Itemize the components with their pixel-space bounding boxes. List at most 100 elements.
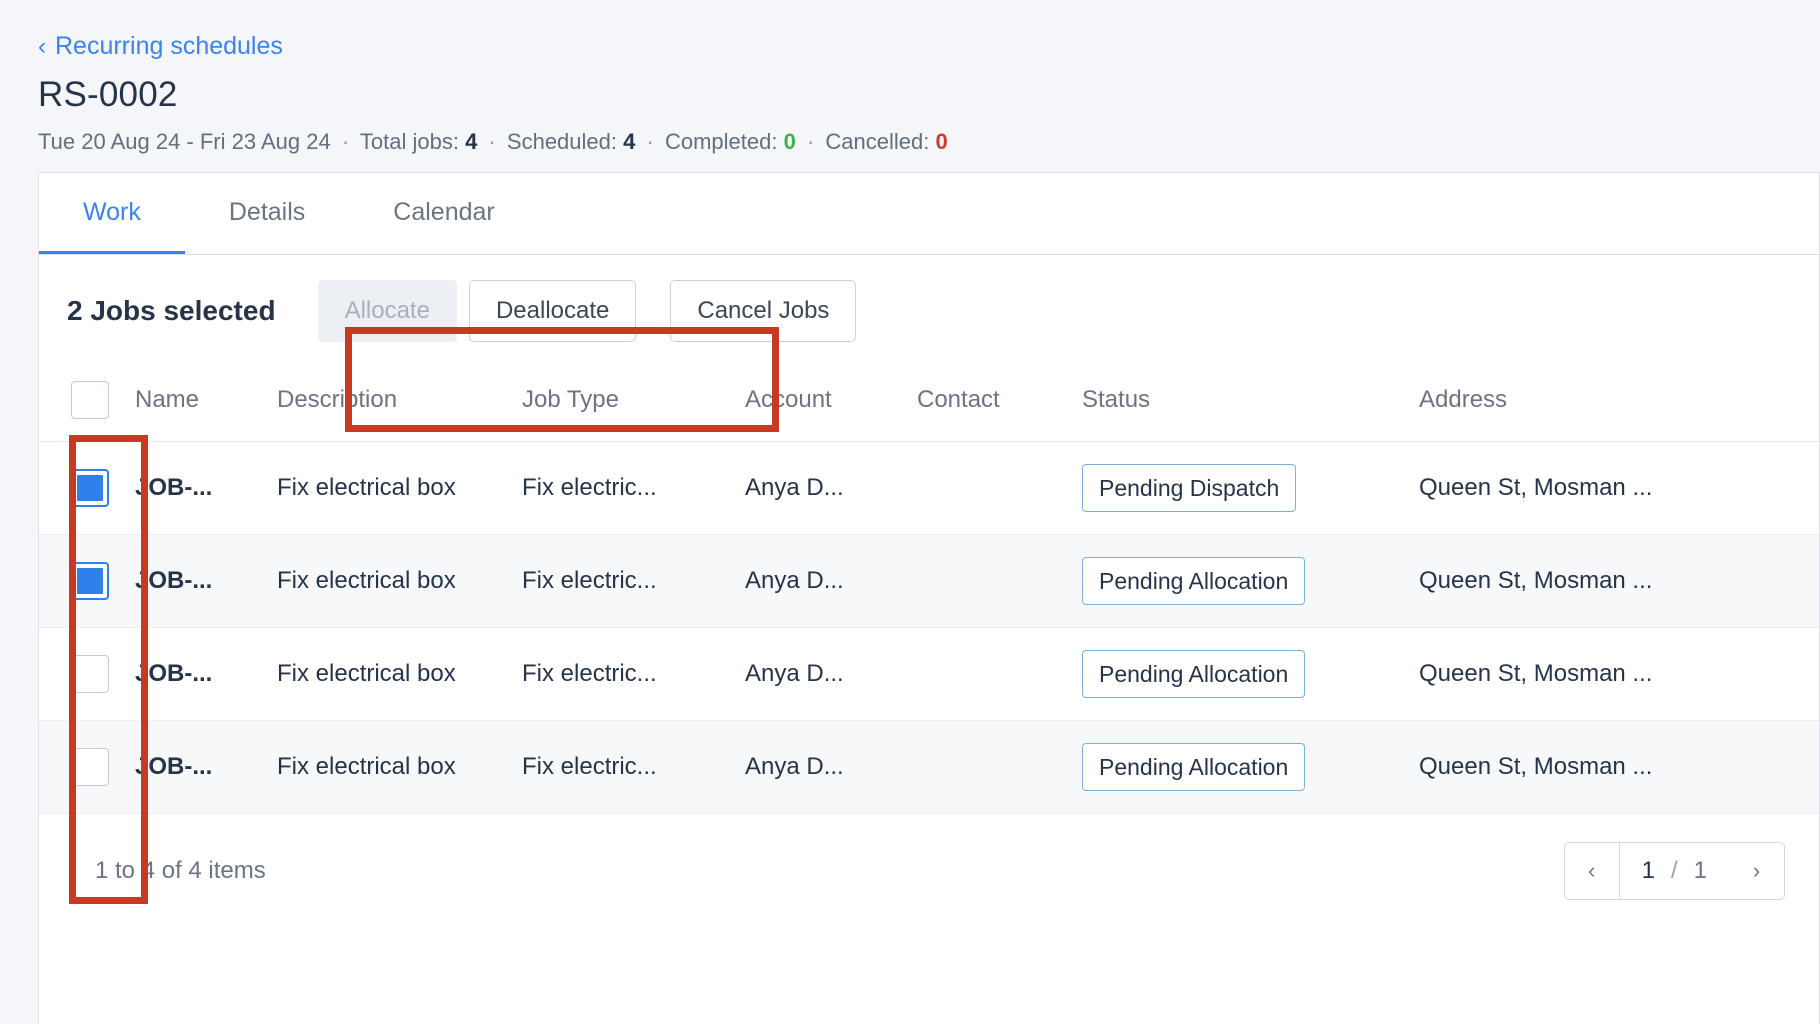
stat-value-completed: 0 — [784, 129, 796, 154]
row-checkbox[interactable] — [71, 562, 109, 600]
cell-description: Fix electrical box — [277, 442, 522, 535]
jobs-table-body: JOB-... Fix electrical box Fix electric.… — [39, 442, 1819, 814]
bulk-action-toolbar: 2 Jobs selected Allocate Deallocate Canc… — [39, 255, 1819, 367]
tab-calendar-label: Calendar — [393, 198, 494, 227]
cell-name: JOB-... — [135, 628, 277, 721]
cell-description: Fix electrical box — [277, 628, 522, 721]
column-header-account[interactable]: Account — [745, 367, 917, 442]
cell-status: Pending Dispatch — [1082, 442, 1419, 535]
separator-1: · — [337, 129, 354, 154]
cell-address: Queen St, Mosman ... — [1419, 721, 1819, 814]
stat-label-cancelled: Cancelled: — [825, 129, 929, 154]
cell-contact — [917, 628, 1082, 721]
tab-details[interactable]: Details — [185, 173, 349, 254]
jobs-table-head: Name Description Job Type Account Contac… — [39, 367, 1819, 442]
row-select-cell — [39, 721, 135, 814]
pagination: ‹ 1 / 1 › — [1564, 842, 1785, 900]
column-header-address[interactable]: Address — [1419, 367, 1819, 442]
chevron-right-icon: › — [1753, 858, 1760, 884]
table-header-row: Name Description Job Type Account Contac… — [39, 367, 1819, 442]
current-page-input[interactable]: 1 — [1642, 857, 1655, 885]
content-card: Work Details Calendar 2 Jobs selected Al… — [38, 172, 1820, 1024]
table-row[interactable]: JOB-... Fix electrical box Fix electric.… — [39, 628, 1819, 721]
cell-job-type: Fix electric... — [522, 628, 745, 721]
row-select-cell — [39, 628, 135, 721]
page-indicator: 1 / 1 — [1620, 842, 1729, 900]
cell-name: JOB-... — [135, 535, 277, 628]
separator-4: · — [802, 129, 819, 154]
deallocate-button[interactable]: Deallocate — [469, 280, 636, 342]
cell-account: Anya D... — [745, 628, 917, 721]
column-header-status[interactable]: Status — [1082, 367, 1419, 442]
cell-account: Anya D... — [745, 535, 917, 628]
breadcrumb-back-link[interactable]: ‹ Recurring schedules — [38, 34, 1820, 59]
cell-address: Queen St, Mosman ... — [1419, 628, 1819, 721]
cancel-jobs-button[interactable]: Cancel Jobs — [670, 280, 856, 342]
cell-address: Queen St, Mosman ... — [1419, 442, 1819, 535]
allocate-button-label: Allocate — [345, 297, 430, 325]
column-header-description[interactable]: Description — [277, 367, 522, 442]
cell-status: Pending Allocation — [1082, 628, 1419, 721]
selection-count-label: 2 Jobs selected — [67, 295, 276, 327]
allocate-button[interactable]: Allocate — [318, 280, 457, 342]
page-separator: / — [1671, 857, 1678, 885]
cell-contact — [917, 442, 1082, 535]
cell-job-type: Fix electric... — [522, 535, 745, 628]
page-title: RS-0002 — [38, 75, 1820, 115]
table-row[interactable]: JOB-... Fix electrical box Fix electric.… — [39, 442, 1819, 535]
tab-work[interactable]: Work — [39, 173, 185, 254]
status-badge: Pending Dispatch — [1082, 464, 1296, 512]
cell-description: Fix electrical box — [277, 535, 522, 628]
cancel-jobs-button-label: Cancel Jobs — [697, 297, 829, 325]
column-header-job-type[interactable]: Job Type — [522, 367, 745, 442]
cell-description: Fix electrical box — [277, 721, 522, 814]
separator-2: · — [483, 129, 500, 154]
row-checkbox[interactable] — [71, 469, 109, 507]
stat-label-scheduled: Scheduled: — [507, 129, 617, 154]
breadcrumb-label: Recurring schedules — [55, 34, 283, 59]
chevron-left-icon: ‹ — [1588, 858, 1595, 884]
status-badge: Pending Allocation — [1082, 557, 1305, 605]
next-page-button[interactable]: › — [1729, 842, 1785, 900]
tab-details-label: Details — [229, 198, 305, 227]
tab-bar: Work Details Calendar — [39, 173, 1819, 255]
page-header: ‹ Recurring schedules RS-0002 Tue 20 Aug… — [0, 0, 1820, 155]
column-header-contact[interactable]: Contact — [917, 367, 1082, 442]
stat-value-total-jobs: 4 — [465, 129, 477, 154]
date-range: Tue 20 Aug 24 - Fri 23 Aug 24 — [38, 129, 331, 154]
cell-name: JOB-... — [135, 442, 277, 535]
jobs-table: Name Description Job Type Account Contac… — [39, 367, 1819, 814]
previous-page-button[interactable]: ‹ — [1564, 842, 1620, 900]
cell-account: Anya D... — [745, 442, 917, 535]
tab-calendar[interactable]: Calendar — [349, 173, 538, 254]
cell-job-type: Fix electric... — [522, 721, 745, 814]
cell-status: Pending Allocation — [1082, 721, 1419, 814]
status-badge: Pending Allocation — [1082, 743, 1305, 791]
deallocate-button-label: Deallocate — [496, 297, 609, 325]
column-header-name[interactable]: Name — [135, 367, 277, 442]
table-row[interactable]: JOB-... Fix electrical box Fix electric.… — [39, 535, 1819, 628]
cell-name: JOB-... — [135, 721, 277, 814]
stat-value-scheduled: 4 — [623, 129, 635, 154]
select-all-header — [39, 367, 135, 442]
cell-address: Queen St, Mosman ... — [1419, 535, 1819, 628]
items-count-label: 1 to 4 of 4 items — [95, 857, 266, 885]
row-checkbox[interactable] — [71, 748, 109, 786]
status-badge: Pending Allocation — [1082, 650, 1305, 698]
chevron-left-icon: ‹ — [38, 35, 46, 59]
separator-3: · — [642, 129, 659, 154]
table-footer: 1 to 4 of 4 items ‹ 1 / 1 › — [39, 814, 1819, 900]
cell-job-type: Fix electric... — [522, 442, 745, 535]
cell-account: Anya D... — [745, 721, 917, 814]
cell-contact — [917, 721, 1082, 814]
cell-status: Pending Allocation — [1082, 535, 1419, 628]
page-root: ‹ Recurring schedules RS-0002 Tue 20 Aug… — [0, 0, 1820, 1024]
stat-value-cancelled: 0 — [936, 129, 948, 154]
select-all-checkbox[interactable] — [71, 381, 109, 419]
row-select-cell — [39, 535, 135, 628]
stat-label-total-jobs: Total jobs: — [360, 129, 459, 154]
row-checkbox[interactable] — [71, 655, 109, 693]
schedule-summary: Tue 20 Aug 24 - Fri 23 Aug 24 · Total jo… — [38, 129, 1820, 155]
table-row[interactable]: JOB-... Fix electrical box Fix electric.… — [39, 721, 1819, 814]
tab-work-label: Work — [83, 198, 141, 227]
